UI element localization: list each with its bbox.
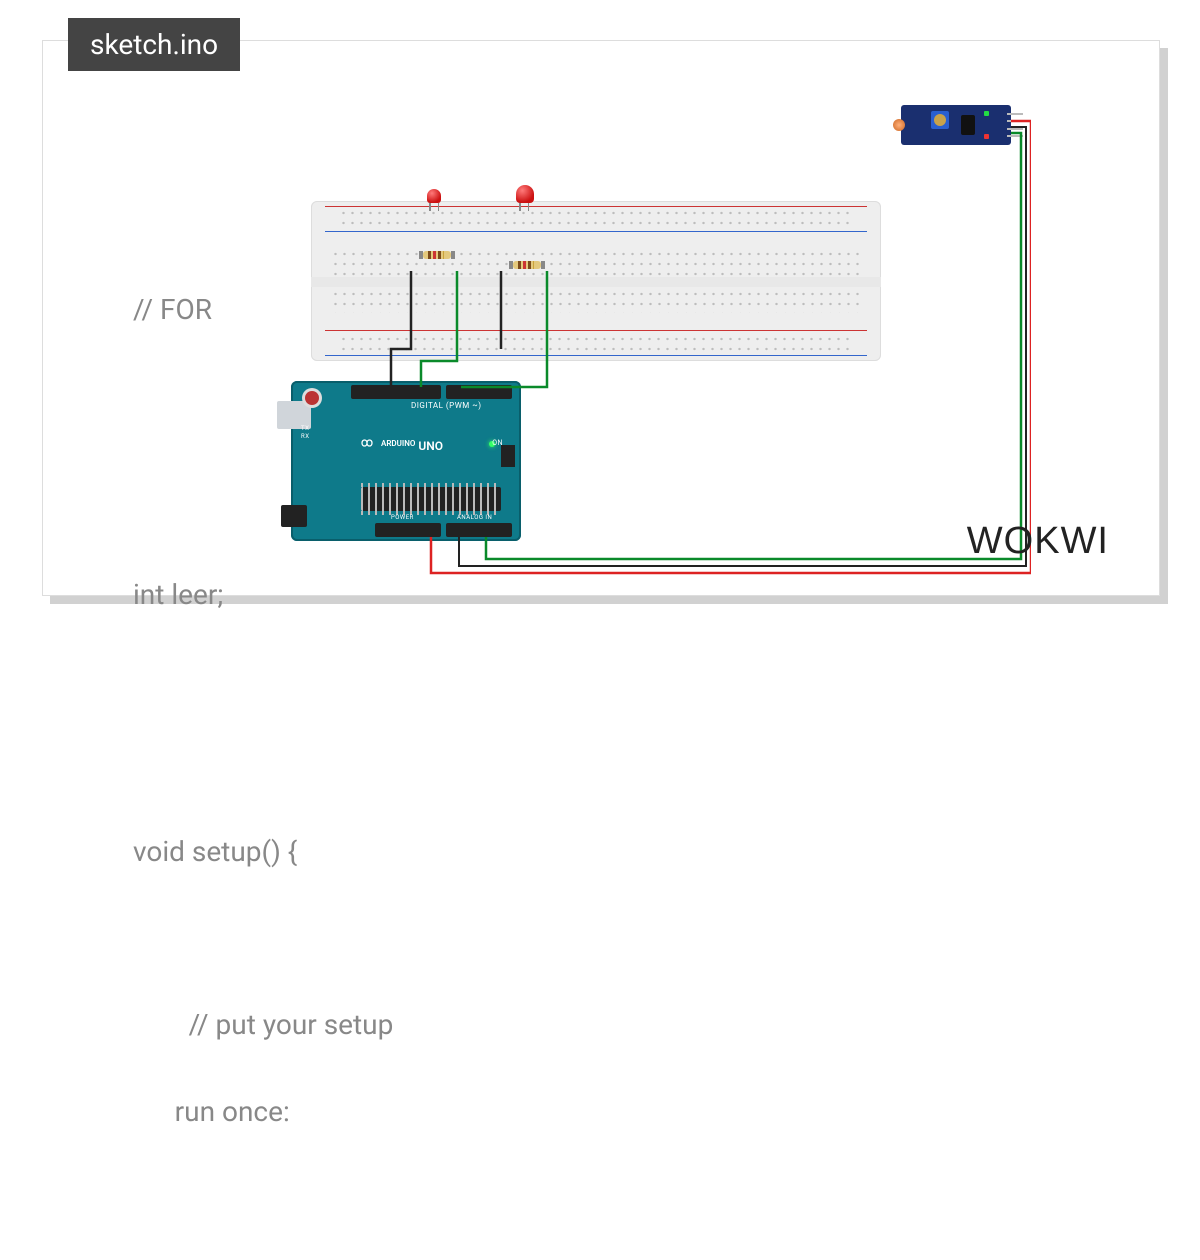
ldr-icon (893, 119, 905, 131)
icsp-header (501, 445, 515, 467)
circuit-canvas[interactable]: DIGITAL (PWM ~) ON TX RX POWER ANALOG IN… (311, 111, 1031, 581)
sensor-pins[interactable] (1007, 113, 1023, 137)
arduino-uno[interactable]: DIGITAL (PWM ~) ON TX RX POWER ANALOG IN… (291, 381, 521, 541)
code-line: // put your setup run once: (133, 960, 395, 1177)
analog-label: ANALOG IN (457, 514, 492, 521)
resistor-1[interactable] (419, 251, 455, 259)
led-2[interactable] (516, 185, 532, 207)
atmega-chip-icon (361, 487, 501, 511)
rx-label: RX (301, 433, 309, 440)
code-line: void setup() { (133, 830, 395, 873)
on-label: ON (492, 439, 503, 447)
header-power[interactable] (375, 523, 441, 537)
resistor-2[interactable] (509, 261, 545, 269)
comparator-chip-icon (961, 115, 975, 135)
preview-card: // FOR int leer; void setup() { // put y… (42, 40, 1160, 596)
led-1[interactable] (426, 189, 442, 211)
reset-button[interactable] (305, 391, 319, 405)
header-analog[interactable] (446, 523, 512, 537)
power-jack-icon (281, 505, 307, 527)
wokwi-logo: WOKWI (967, 520, 1109, 563)
power-label: POWER (391, 514, 414, 521)
sensor-power-led-icon (984, 111, 989, 116)
potentiometer-icon[interactable] (931, 111, 949, 129)
arduino-logo-icon (357, 437, 377, 449)
header-digital-left[interactable] (351, 385, 441, 399)
breadboard[interactable] (311, 201, 881, 361)
ldr-sensor-module[interactable] (901, 105, 1011, 145)
sensor-out-led-icon (984, 134, 989, 139)
tx-label: TX (301, 425, 309, 432)
file-tab[interactable]: sketch.ino (68, 18, 240, 71)
digital-label: DIGITAL (PWM ~) (411, 401, 482, 410)
uno-label: ARDUINO UNO (381, 439, 443, 453)
header-digital-right[interactable] (446, 385, 512, 399)
file-tab-label: sketch.ino (90, 28, 218, 61)
